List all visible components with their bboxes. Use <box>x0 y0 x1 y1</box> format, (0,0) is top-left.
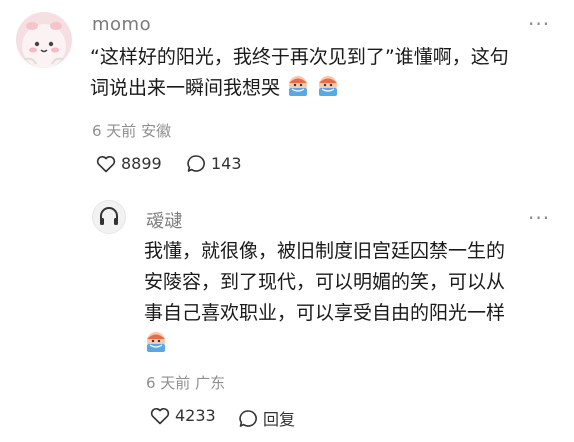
reply-username[interactable]: 叆叇 <box>146 207 183 233</box>
more-dots-icon[interactable]: ··· <box>528 12 550 36</box>
comment-location: 安徽 <box>141 122 172 140</box>
comment-time: 6 天前 <box>92 122 137 140</box>
reply-button[interactable]: 回复 <box>238 406 295 430</box>
reply-text-line: 事自己喜欢职业，可以享受自由的阳光一样 <box>144 302 506 324</box>
speech-bubble-icon <box>239 409 257 427</box>
reply-label: 回复 <box>263 410 296 429</box>
reply-emoji-line <box>144 329 564 364</box>
heart-icon <box>96 155 116 172</box>
username[interactable]: momo <box>92 14 151 35</box>
reply-count-button[interactable]: 143 <box>186 154 242 173</box>
comment-text-line2: 词说出来一瞬间我想哭 <box>90 73 560 108</box>
reply-like-count: 4233 <box>175 406 216 425</box>
reply-like-button[interactable]: 4233 <box>150 406 216 425</box>
reply-avatar[interactable] <box>92 200 126 234</box>
reply-time: 6 天前 <box>146 374 191 392</box>
like-button[interactable]: 8899 <box>96 154 162 173</box>
crying-emoji-icon <box>286 74 310 108</box>
crying-emoji-icon <box>144 330 168 364</box>
crying-emoji-icon <box>316 74 340 108</box>
reply-text: 我懂，就很像，被旧制度旧宫廷囚禁一生的 安陵容，到了现代，可以明媚的笑，可以从 … <box>144 236 564 364</box>
reply-text-line: 安陵容，到了现代，可以明媚的笑，可以从 <box>144 271 506 293</box>
speech-bubble-icon <box>187 155 205 172</box>
comment-text-line1: “这样好的阳光，我终于再次见到了”谁懂啊，这句 <box>90 46 509 68</box>
comment-meta: 6 天前 安徽 <box>92 120 171 141</box>
heart-icon <box>150 407 170 424</box>
like-count: 8899 <box>121 154 162 173</box>
reply-text-line: 我懂，就很像，被旧制度旧宫廷囚禁一生的 <box>144 240 506 262</box>
comment-text-line2-content: 词说出来一瞬间我想哭 <box>90 77 281 99</box>
comment-text: “这样好的阳光，我终于再次见到了”谁懂啊，这句 词说出来一瞬间我想哭 <box>90 42 560 108</box>
avatar[interactable] <box>16 12 72 68</box>
headphones-icon <box>100 207 118 225</box>
more-dots-icon[interactable]: ··· <box>528 206 550 230</box>
reply-count: 143 <box>211 154 242 173</box>
reply-meta: 6 天前 广东 <box>146 372 225 393</box>
reply-location: 广东 <box>195 374 226 392</box>
